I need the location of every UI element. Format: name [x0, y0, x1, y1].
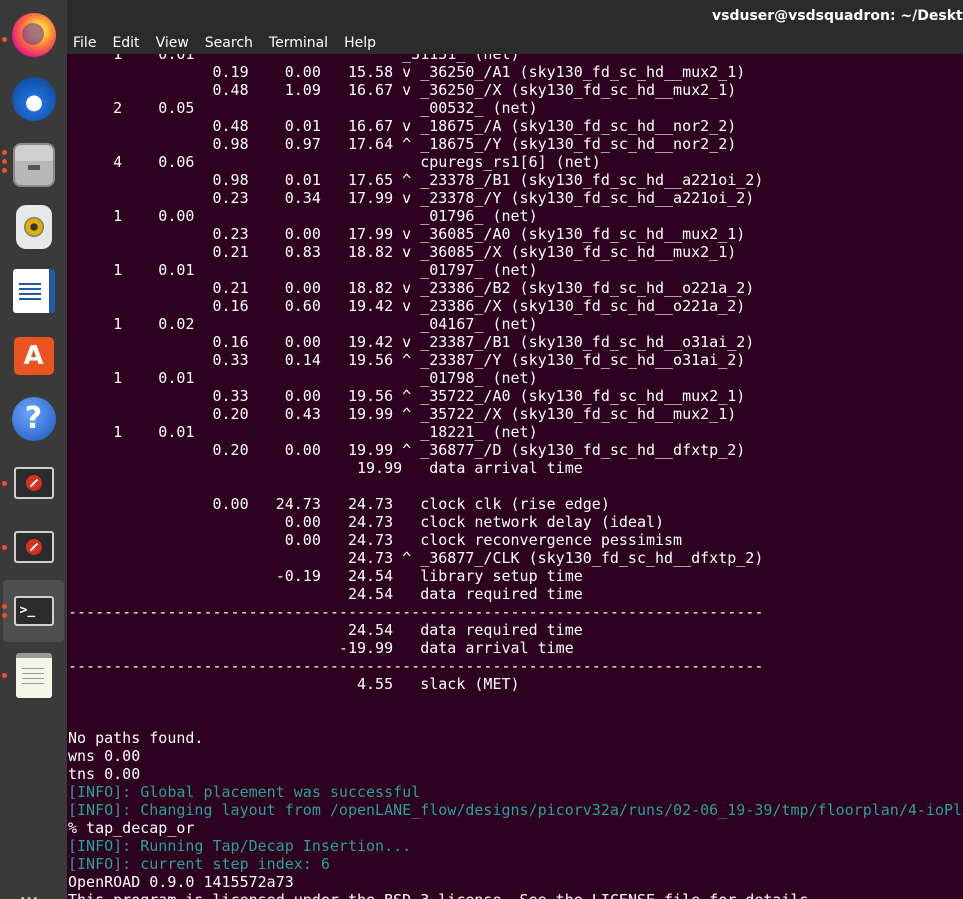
- terminal-line: -19.99 data arrival time: [68, 639, 574, 657]
- running-indicator: [2, 37, 7, 42]
- terminal-line: 0.98 0.01 17.65 ^ _23378_/B1 (sky130_fd_…: [68, 171, 764, 189]
- files-icon: [12, 143, 55, 187]
- dock-files[interactable]: [0, 134, 67, 196]
- terminal-line: 24.54 data required time: [68, 621, 583, 639]
- running-indicator: [2, 545, 7, 550]
- show-applications-button[interactable]: ...: [20, 888, 39, 899]
- menubar: File Edit View Search Terminal Help: [67, 32, 963, 54]
- terminal-line: 1 0.01 _01798_ (net): [68, 369, 538, 387]
- terminal-line: 0.23 0.00 17.99 v _36085_/A0 (sky130_fd_…: [68, 225, 746, 243]
- terminal-line: 0.48 0.01 16.67 v _18675_/A (sky130_fd_s…: [68, 117, 737, 135]
- terminal-line: [INFO]: current step index: 6: [68, 855, 330, 873]
- terminal-line: 4 0.06 cpuregs_rs1[6] (net): [68, 153, 601, 171]
- running-indicator: [2, 168, 7, 173]
- terminal-line: [INFO]: Global placement was successful: [68, 783, 421, 801]
- dock-blocked-app-1[interactable]: [0, 452, 67, 514]
- terminal-line: 1 0.01 _18221_ (net): [68, 423, 538, 441]
- window-title: vsduser@vsdsquadron: ~/Desktop/: [712, 8, 963, 24]
- terminal-line: 0.16 0.60 19.42 v _23386_/X (sky130_fd_s…: [68, 297, 746, 315]
- thunderbird-icon: [11, 77, 56, 121]
- terminal-line: tns 0.00: [68, 765, 141, 783]
- terminal-line: 0.00 24.73 24.73 clock clk (rise edge): [68, 495, 610, 513]
- terminal-line: 24.54 data required time: [68, 585, 583, 603]
- terminal-line: 0.23 0.34 17.99 v _23378_/Y (sky130_fd_s…: [68, 189, 755, 207]
- dock-terminal[interactable]: >_: [2, 580, 64, 642]
- terminal-line: OpenROAD 0.9.0 1415572a73: [68, 873, 294, 891]
- dock: A ? >_ ...: [0, 0, 67, 899]
- dock-software[interactable]: A: [0, 322, 67, 384]
- terminal-line: [INFO]: Changing layout from /openLANE_f…: [68, 801, 963, 819]
- rhythmbox-icon: [15, 205, 52, 249]
- dock-rhythmbox[interactable]: [0, 196, 67, 258]
- running-indicator: [2, 604, 7, 609]
- terminal-line: 1 0.00 _01796_ (net): [68, 207, 538, 225]
- blocked-app-icon: [13, 531, 54, 563]
- terminal-line: ----------------------------------------…: [68, 603, 764, 621]
- terminal-line: 0.98 0.97 17.64 ^ _18675_/Y (sky130_fd_s…: [68, 135, 737, 153]
- running-indicator: [2, 613, 7, 618]
- terminal-line: 0.33 0.14 19.56 ^ _23387_/Y (sky130_fd_s…: [68, 351, 746, 369]
- dock-help[interactable]: ?: [0, 388, 67, 450]
- text-editor-icon: [15, 652, 52, 698]
- running-indicator: [2, 159, 7, 164]
- menu-file[interactable]: File: [71, 35, 106, 51]
- menu-help[interactable]: Help: [342, 35, 386, 51]
- terminal-line: ----------------------------------------…: [68, 657, 764, 675]
- menu-search[interactable]: Search: [203, 35, 263, 51]
- terminal-line: 4.55 slack (MET): [68, 675, 520, 693]
- terminal-line: 0.48 1.09 16.67 v _36250_/X (sky130_fd_s…: [68, 81, 737, 99]
- running-indicator: [2, 150, 7, 155]
- terminal-line: 0.33 0.00 19.56 ^ _35722_/A0 (sky130_fd_…: [68, 387, 746, 405]
- dock-writer[interactable]: [0, 260, 67, 322]
- terminal-line: wns 0.00: [68, 747, 141, 765]
- terminal-line: No paths found.: [68, 729, 204, 747]
- terminal-line: [INFO]: Running Tap/Decap Insertion...: [68, 837, 412, 855]
- terminal-line: 2 0.05 _00532_ (net): [68, 99, 538, 117]
- blocked-app-icon: [13, 467, 54, 499]
- menu-edit[interactable]: Edit: [110, 35, 149, 51]
- desktop-screen: A ? >_ ... vsduser@vsdsquadron: ~/Deskto…: [0, 0, 963, 899]
- terminal-line: 0.00 24.73 clock network delay (ideal): [68, 513, 665, 531]
- terminal-line: % tap_decap_or: [68, 819, 195, 837]
- dock-text-editor[interactable]: [0, 644, 67, 706]
- menu-view[interactable]: View: [154, 35, 199, 51]
- help-icon: ?: [11, 397, 56, 441]
- terminal-line: 1 0.01 _31151_ (net): [68, 54, 520, 63]
- terminal-line: 19.99 data arrival time: [68, 459, 583, 477]
- terminal-line: 0.19 0.00 15.58 v _36250_/A1 (sky130_fd_…: [68, 63, 746, 81]
- dock-firefox[interactable]: [0, 4, 67, 66]
- writer-icon: [12, 269, 55, 313]
- terminal-icon: >_: [13, 596, 54, 626]
- running-indicator: [2, 481, 7, 486]
- dock-thunderbird[interactable]: [0, 68, 67, 130]
- terminal-text: 1 0.01 _31151_ (net) 0.19 0.00 15.58 v _…: [68, 54, 963, 899]
- terminal-line: 0.20 0.00 19.99 ^ _36877_/D (sky130_fd_s…: [68, 441, 746, 459]
- terminal-line: 0.00 24.73 clock reconvergence pessimism: [68, 531, 683, 549]
- menu-terminal[interactable]: Terminal: [267, 35, 338, 51]
- terminal-line: 0.20 0.43 19.99 ^ _35722_/X (sky130_fd_s…: [68, 405, 737, 423]
- terminal-output[interactable]: 1 0.01 _31151_ (net) 0.19 0.00 15.58 v _…: [67, 54, 963, 899]
- software-store-icon: A: [13, 337, 54, 375]
- terminal-line: 0.16 0.00 19.42 v _23387_/B1 (sky130_fd_…: [68, 333, 755, 351]
- terminal-line: 1 0.02 _04167_ (net): [68, 315, 538, 333]
- window-titlebar[interactable]: vsduser@vsdsquadron: ~/Desktop/: [67, 0, 963, 32]
- dock-blocked-app-2[interactable]: [0, 516, 67, 578]
- terminal-line: This program is licensed under the BSD-3…: [68, 891, 963, 899]
- terminal-line: 0.21 0.00 18.82 v _23386_/B2 (sky130_fd_…: [68, 279, 755, 297]
- terminal-line: 1 0.01 _01797_ (net): [68, 261, 538, 279]
- terminal-line: 0.21 0.83 18.82 v _36085_/X (sky130_fd_s…: [68, 243, 737, 261]
- terminal-line: -0.19 24.54 library setup time: [68, 567, 583, 585]
- terminal-line: 24.73 ^ _36877_/CLK (sky130_fd_sc_hd__df…: [68, 549, 764, 567]
- running-indicator: [2, 673, 7, 678]
- firefox-icon: [11, 13, 56, 57]
